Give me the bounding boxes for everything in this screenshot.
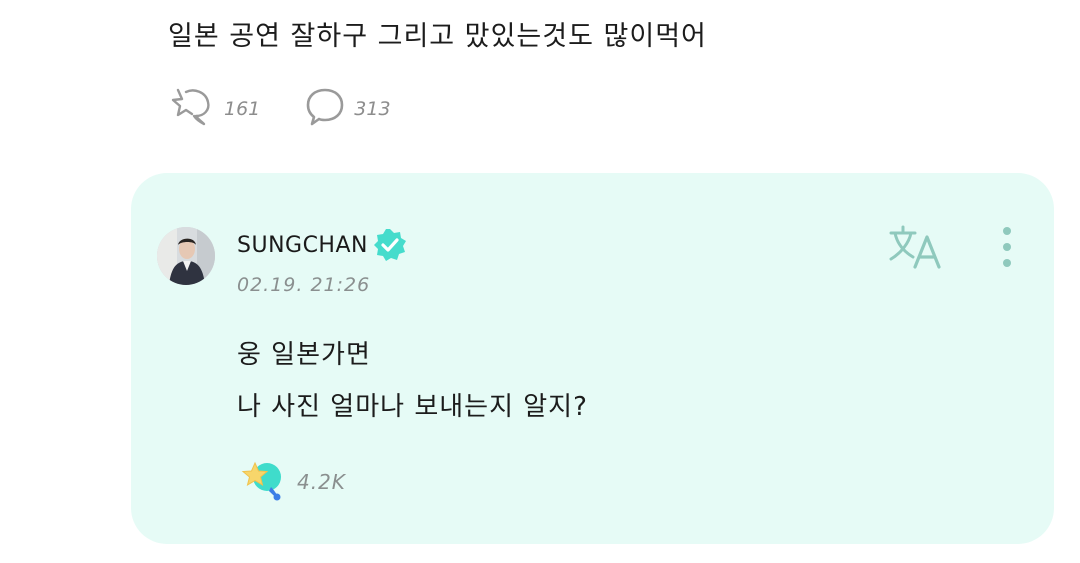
community-feed: 일본 공연 잘하구 그리고 맜있는것도 많이먹어 161 313 SUNGCHA…: [0, 0, 1080, 563]
author-row: SUNGCHAN: [237, 227, 408, 263]
like-count: 161: [224, 98, 261, 120]
reaction-button[interactable]: 4.2K: [241, 459, 346, 505]
reply-line: 나 사진 얼마나 보내는지 알지?: [237, 392, 588, 422]
post-text: 일본 공연 잘하구 그리고 맜있는것도 많이먹어: [168, 21, 707, 52]
avatar[interactable]: [157, 227, 215, 285]
comment-bubble-icon: [304, 86, 346, 132]
translate-icon: [887, 225, 945, 275]
star-like-icon: [170, 86, 216, 132]
reply-timestamp: 02.19. 21:26: [237, 274, 371, 296]
more-options-button[interactable]: [997, 225, 1017, 269]
reaction-count: 4.2K: [297, 470, 346, 494]
reply-body: 웅 일본가면 나 사진 얼마나 보내는지 알지?: [237, 329, 588, 433]
star-reaction-icon: [241, 459, 287, 505]
more-vertical-icon: [997, 227, 1017, 273]
verified-badge-icon: [372, 227, 408, 263]
comment-count: 313: [354, 98, 391, 120]
translate-button[interactable]: [887, 225, 945, 275]
comment-button[interactable]: 313: [304, 86, 391, 132]
reply-line: 웅 일본가면: [237, 340, 371, 370]
post-actions: 161 313: [170, 86, 391, 132]
artist-reply-card: SUNGCHAN 02.19. 21:26 웅 일본가면 나 사진 얼마나 보내…: [131, 173, 1054, 544]
author-name[interactable]: SUNGCHAN: [237, 233, 368, 258]
like-button[interactable]: 161: [170, 86, 260, 132]
